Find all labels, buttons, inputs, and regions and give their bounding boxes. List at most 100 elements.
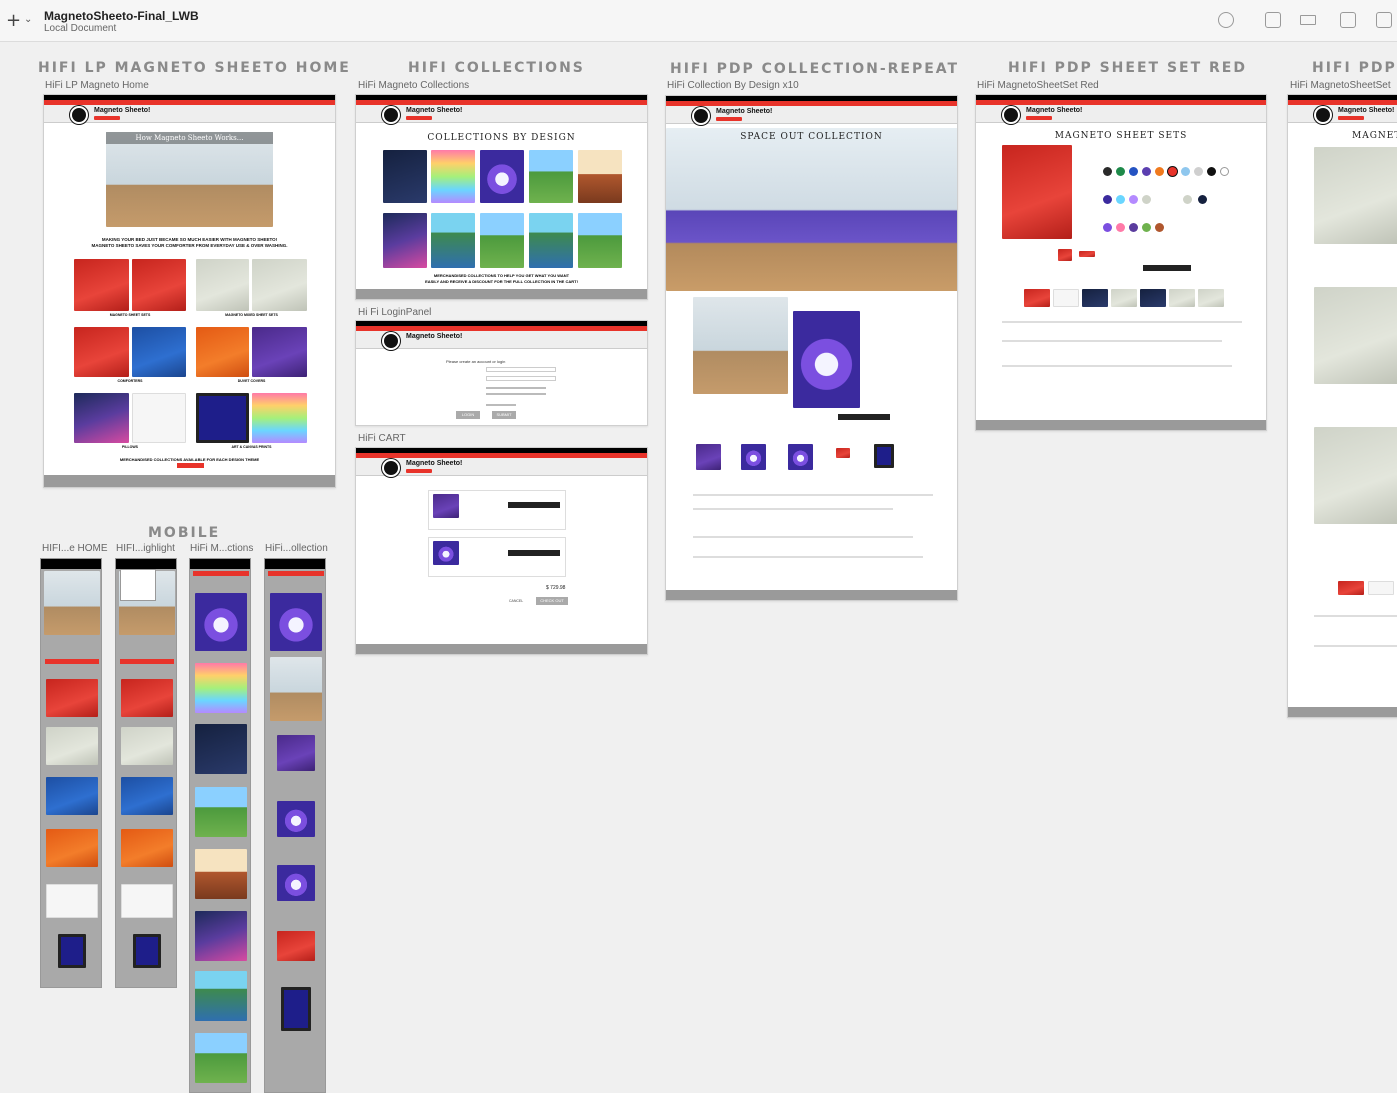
coll-tile-7[interactable]	[431, 213, 475, 268]
mobile-tile-red[interactable]	[46, 679, 98, 717]
related-1[interactable]	[1338, 581, 1364, 595]
frame-lp-home[interactable]: Magneto Sheeto! How Magneto Sheeto Works…	[43, 94, 336, 488]
subscribe-option-2[interactable]	[486, 393, 546, 395]
mobile-coll-meadow[interactable]	[195, 1033, 247, 1083]
mobile-tile-blue[interactable]	[46, 777, 98, 815]
frame-collections[interactable]: Magneto Sheeto! COLLECTIONS BY DESIGN ME…	[355, 94, 648, 300]
frame-cart[interactable]: Magneto Sheeto! $ 729.98 CANCEL CHECK OU…	[355, 447, 648, 655]
chevron-down-icon[interactable]: ⌄	[24, 14, 32, 25]
frame-pdp-repeat[interactable]: Magneto Sheeto! SPACE OUT COLLECTION	[665, 95, 958, 601]
add-to-cart-button[interactable]	[508, 502, 560, 508]
collections-button[interactable]	[177, 463, 204, 468]
related-6[interactable]	[1169, 289, 1195, 307]
pdp-red-thumb[interactable]	[1058, 249, 1072, 261]
password-field[interactable]	[486, 376, 556, 381]
related-5[interactable]	[1140, 289, 1166, 307]
frame-label-collections[interactable]: HiFi Magneto Collections	[358, 80, 469, 91]
related-7[interactable]	[1198, 289, 1224, 307]
frame-label-m4[interactable]: HiFi...ollection	[265, 543, 328, 554]
pdp-variant-5[interactable]	[874, 444, 894, 468]
color-swatch[interactable]	[1194, 167, 1203, 176]
frame-label-cart[interactable]: HiFi CART	[358, 433, 406, 444]
checkout-button[interactable]: CHECK OUT	[536, 597, 568, 605]
frame-label-login[interactable]: Hi Fi LoginPanel	[358, 307, 431, 318]
mobile-pdp-lumbar[interactable]	[277, 931, 315, 961]
coll-tile-2[interactable]	[431, 150, 475, 203]
theme-swatch[interactable]	[1155, 223, 1164, 232]
pattern-swatch[interactable]	[1129, 195, 1138, 204]
mobile-coll-space[interactable]	[195, 593, 247, 651]
theme-swatch[interactable]	[1142, 223, 1151, 232]
pattern-swatch[interactable]	[1103, 195, 1112, 204]
coll-tile-1[interactable]	[383, 150, 427, 203]
add-to-cart-button[interactable]	[1143, 265, 1191, 271]
crop-icon[interactable]	[1376, 12, 1392, 28]
tile-sheet-red-room[interactable]	[74, 259, 129, 311]
color-swatch[interactable]	[1181, 167, 1190, 176]
document-title[interactable]: MagnetoSheeto-Final_LWB	[44, 9, 199, 23]
email-field[interactable]	[486, 367, 556, 372]
share-icon[interactable]	[1265, 12, 1281, 28]
mobile-tile-grey[interactable]	[46, 727, 98, 765]
color-swatch[interactable]	[1129, 167, 1138, 176]
pattern-swatch[interactable]	[1198, 195, 1207, 204]
coll-tile-10[interactable]	[578, 213, 622, 268]
frame-label-m3[interactable]: HiFi M...ctions	[190, 543, 253, 554]
tile-rainbow-print[interactable]	[252, 393, 307, 443]
frame-label-lp[interactable]: HiFi LP Magneto Home	[45, 80, 149, 91]
coll-tile-4[interactable]	[529, 150, 573, 203]
frame-label-pdp-repeat[interactable]: HiFi Collection By Design x10	[667, 80, 799, 91]
tile-mixed-fold[interactable]	[252, 259, 307, 311]
frame-label-pdp-red[interactable]: HiFi MagnetoSheetSet Red	[977, 80, 1099, 91]
tile-duvet-orange[interactable]	[196, 327, 249, 377]
pdp-variant-2[interactable]	[741, 444, 766, 470]
mobile-tile-grey[interactable]	[121, 727, 173, 765]
color-swatch-selected[interactable]	[1168, 167, 1177, 176]
mobile-tile-orange[interactable]	[46, 829, 98, 867]
tile-sheet-red-fold[interactable]	[132, 259, 186, 311]
not-a-robot[interactable]	[486, 404, 516, 406]
pdp-variant-3[interactable]	[788, 444, 813, 470]
mobile-pdp-sheet[interactable]	[277, 735, 315, 771]
frame-login[interactable]: Magneto Sheeto! Please create an account…	[355, 320, 648, 426]
mobile-pdp-room[interactable]	[270, 657, 322, 721]
pdp-variant-4[interactable]	[836, 448, 850, 458]
tile-mixed-room[interactable]	[196, 259, 249, 311]
frame-label-pdp-cut[interactable]: HiFi MagnetoSheetSet	[1290, 80, 1391, 91]
mobile-frame-home[interactable]	[40, 558, 102, 988]
frame-label-m2[interactable]: HIFI...ighlight	[116, 543, 175, 554]
pdp-red-thumb[interactable]	[1079, 251, 1095, 257]
coll-tile-3[interactable]	[480, 150, 524, 203]
mobile-pdp-comforter[interactable]	[277, 801, 315, 837]
color-swatch[interactable]	[1155, 167, 1164, 176]
login-button[interactable]: LOGIN	[456, 411, 480, 419]
mobile-tile-pillow[interactable]	[121, 884, 173, 918]
color-swatch[interactable]	[1116, 167, 1125, 176]
color-swatch[interactable]	[1207, 167, 1216, 176]
color-swatch[interactable]	[1142, 167, 1151, 176]
related-3[interactable]	[1082, 289, 1108, 307]
mobile-tile-pillow[interactable]	[46, 884, 98, 918]
mobile-pdp-space[interactable]	[270, 593, 322, 651]
subscribe-option[interactable]	[486, 387, 546, 389]
mobile-collections-tag[interactable]	[45, 659, 99, 664]
mobile-pdp-art[interactable]	[281, 987, 311, 1031]
color-swatch[interactable]	[1103, 167, 1112, 176]
prototype-icon[interactable]	[1218, 12, 1234, 28]
related-4[interactable]	[1111, 289, 1137, 307]
mobile-tile-red[interactable]	[121, 679, 173, 717]
mobile-coll-jungle[interactable]	[195, 911, 247, 961]
mobile-coll-desert[interactable]	[195, 849, 247, 899]
add-to-cart-button-2[interactable]	[508, 550, 560, 556]
tile-comforter-blue[interactable]	[132, 327, 186, 377]
frame-pdp-red[interactable]: Magneto Sheeto! MAGNETO SHEET SETS	[975, 94, 1267, 431]
theme-swatch[interactable]	[1129, 223, 1138, 232]
submit-button[interactable]: SUBMIT	[492, 411, 516, 419]
frame-label-m1[interactable]: HIFI...e HOME	[42, 543, 108, 554]
plus-icon[interactable]: +	[6, 10, 21, 31]
mobile-coll-rainbow[interactable]	[195, 663, 247, 713]
related-2[interactable]	[1368, 581, 1394, 595]
tile-pillow-light[interactable]	[132, 393, 186, 443]
pattern-swatch[interactable]	[1116, 195, 1125, 204]
pattern-swatch[interactable]	[1183, 195, 1192, 204]
